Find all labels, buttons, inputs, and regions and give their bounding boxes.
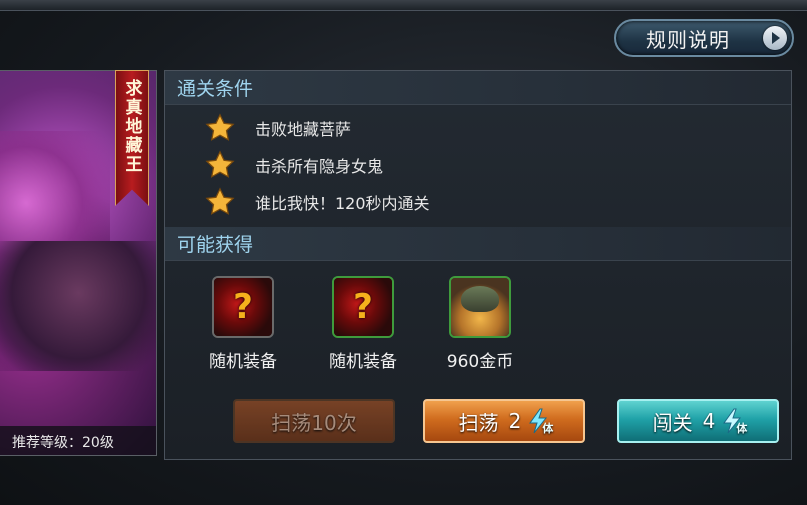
condition-item: 击败地藏菩萨 bbox=[205, 113, 351, 143]
rewards-header: 可能获得 bbox=[165, 227, 791, 261]
rules-button[interactable]: 规则说明 bbox=[614, 19, 794, 57]
energy-unit: 体 bbox=[542, 422, 554, 435]
reward-label: 随机装备 bbox=[329, 352, 397, 372]
top-border bbox=[0, 0, 807, 11]
challenge-cost: 4 bbox=[702, 409, 716, 433]
energy-icon: 体 bbox=[527, 408, 553, 435]
rules-button-label: 规则说明 bbox=[646, 27, 730, 52]
conditions-header: 通关条件 bbox=[165, 71, 791, 105]
condition-text: 谁比我快！120秒内通关 bbox=[255, 194, 430, 213]
condition-item: 击杀所有隐身女鬼 bbox=[205, 150, 383, 180]
recommended-level: 推荐等级：20级 bbox=[0, 426, 156, 455]
recommended-level-text: 推荐等级：20级 bbox=[12, 434, 114, 451]
challenge-label: 闯关 bbox=[652, 410, 693, 435]
stage-name: 求真地藏王 bbox=[121, 79, 142, 174]
reward-slot[interactable] bbox=[449, 276, 511, 338]
reward-label: 960金币 bbox=[446, 352, 514, 372]
stage-name-banner: 求真地藏王 bbox=[115, 70, 149, 206]
reward-label: 随机装备 bbox=[209, 352, 277, 372]
star-icon bbox=[205, 150, 235, 178]
star-icon bbox=[205, 113, 235, 141]
sweep-button[interactable]: 扫荡 2 体 bbox=[423, 399, 585, 443]
reward-item[interactable]: ? 随机装备 bbox=[198, 276, 288, 372]
reward-slot[interactable]: ? bbox=[332, 276, 394, 338]
stage-detail-panel: 通关条件 击败地藏菩萨 击杀所有隐身女鬼 谁比我快！120秒内通关 可能获得 ?… bbox=[164, 70, 792, 460]
condition-text: 击杀所有隐身女鬼 bbox=[255, 157, 384, 176]
star-icon bbox=[205, 187, 235, 215]
conditions-title: 通关条件 bbox=[177, 78, 254, 100]
energy-icon: 体 bbox=[721, 408, 747, 435]
energy-unit: 体 bbox=[736, 422, 748, 435]
sweep-10-button[interactable]: 扫荡10次 bbox=[233, 399, 395, 443]
sweep-cost: 2 bbox=[508, 409, 522, 433]
gold-coins-icon bbox=[451, 278, 509, 336]
condition-item: 谁比我快！120秒内通关 bbox=[205, 187, 430, 217]
stage-artwork-ground bbox=[0, 241, 156, 371]
condition-text: 击败地藏菩萨 bbox=[255, 120, 352, 139]
sweep-10-label: 扫荡10次 bbox=[271, 410, 357, 435]
sweep-label: 扫荡 bbox=[458, 410, 499, 435]
reward-item[interactable]: ? 随机装备 bbox=[318, 276, 408, 372]
rewards-title: 可能获得 bbox=[177, 234, 254, 256]
random-equipment-icon: ? bbox=[334, 278, 392, 336]
play-arrow-icon bbox=[763, 26, 787, 50]
challenge-button[interactable]: 闯关 4 体 bbox=[617, 399, 779, 443]
random-equipment-icon: ? bbox=[214, 278, 272, 336]
reward-item[interactable]: 960金币 bbox=[435, 276, 525, 372]
reward-slot[interactable]: ? bbox=[212, 276, 274, 338]
